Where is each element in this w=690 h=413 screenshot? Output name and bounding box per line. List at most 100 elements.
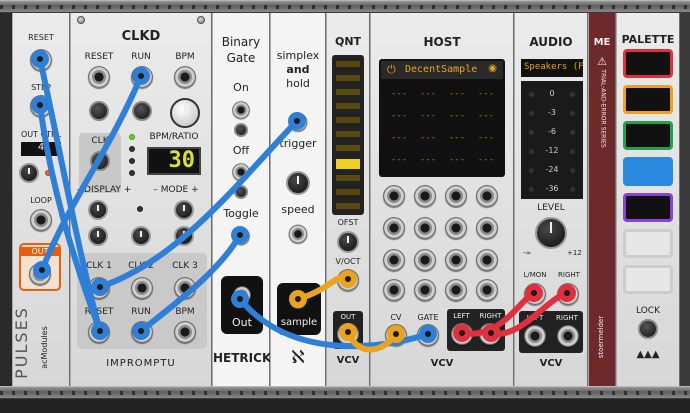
- qnt-key[interactable]: [336, 75, 360, 81]
- qnt-key[interactable]: [336, 175, 360, 181]
- audio-right-jack[interactable]: [557, 325, 579, 347]
- clkd-ratio1-knob[interactable]: [88, 226, 108, 246]
- host-right-jack[interactable]: [479, 323, 501, 345]
- palette-swatch-empty[interactable]: [623, 229, 673, 258]
- pulses-loop-jack[interactable]: [30, 209, 52, 231]
- palette-swatch-purple[interactable]: [623, 193, 673, 222]
- snh-speed-knob[interactable]: [286, 171, 310, 195]
- pulses-step-jack[interactable]: [30, 95, 52, 117]
- host-param-cell[interactable]: ---: [387, 155, 411, 169]
- host-in-jack[interactable]: [383, 185, 405, 207]
- host-param-cell[interactable]: ---: [445, 155, 469, 169]
- clkd-ratio3-knob[interactable]: [174, 226, 194, 246]
- host-in-jack[interactable]: [445, 217, 467, 239]
- snh-speed-jack[interactable]: [288, 224, 308, 244]
- host-param-cell[interactable]: ---: [474, 111, 498, 125]
- host-in-jack[interactable]: [414, 185, 436, 207]
- pulses-reset-jack[interactable]: [30, 49, 52, 71]
- qnt-ofst-knob[interactable]: [337, 231, 359, 253]
- palette-swatch-blue[interactable]: [623, 157, 673, 186]
- audio-level-knob[interactable]: [535, 217, 567, 249]
- qnt-key[interactable]: [336, 103, 360, 109]
- host-in-jack[interactable]: [445, 279, 467, 301]
- power-icon[interactable]: ⏻: [387, 63, 396, 77]
- bg-toggle-jack[interactable]: [232, 227, 250, 245]
- host-cv-jack[interactable]: [385, 324, 407, 346]
- host-in-jack[interactable]: [383, 249, 405, 271]
- bg-on-button[interactable]: [234, 123, 248, 137]
- clkd-clk-button[interactable]: [90, 151, 110, 171]
- host-param-cell[interactable]: ---: [474, 155, 498, 169]
- host-param-cell[interactable]: ---: [387, 133, 411, 147]
- qnt-key[interactable]: [336, 131, 360, 137]
- host-in-jack[interactable]: [383, 279, 405, 301]
- host-param-cell[interactable]: ---: [474, 89, 498, 103]
- clkd-run-jack[interactable]: [131, 66, 153, 88]
- host-param-cell[interactable]: ---: [445, 133, 469, 147]
- qnt-key-active[interactable]: [336, 159, 360, 169]
- audio-lmon-jack[interactable]: [524, 283, 546, 305]
- clkd-display-knob[interactable]: [88, 200, 108, 220]
- host-param-cell[interactable]: ---: [416, 111, 440, 125]
- bg-on-jack[interactable]: [232, 101, 250, 119]
- eye-icon[interactable]: ◉: [488, 63, 497, 74]
- host-in-jack[interactable]: [445, 249, 467, 271]
- host-gate-jack[interactable]: [417, 324, 439, 346]
- host-in-jack[interactable]: [414, 217, 436, 239]
- clkd-master-knob[interactable]: [170, 98, 200, 128]
- host-in-jack[interactable]: [383, 217, 405, 239]
- qnt-key[interactable]: [336, 203, 360, 209]
- host-param-cell[interactable]: ---: [474, 133, 498, 147]
- clkd-bpm-jack[interactable]: [174, 66, 196, 88]
- host-in-jack[interactable]: [476, 249, 498, 271]
- clkd-reset-out-jack[interactable]: [88, 321, 110, 343]
- palette-swatch-empty[interactable]: [623, 265, 673, 294]
- palette-swatch-green[interactable]: [623, 121, 673, 150]
- clkd-clk3-jack[interactable]: [174, 277, 196, 299]
- host-param-cell[interactable]: ---: [387, 89, 411, 103]
- palette-swatch-orange[interactable]: [623, 85, 673, 114]
- audio-device-select[interactable]: Speakers (Fi: [521, 59, 583, 77]
- snh-trigger-jack[interactable]: [288, 112, 308, 132]
- host-param-cell[interactable]: ---: [416, 155, 440, 169]
- qnt-keyboard[interactable]: [332, 55, 364, 215]
- host-plugin-bar[interactable]: ⏻ DecentSample ◉: [381, 61, 503, 79]
- bg-off-button[interactable]: [234, 185, 248, 199]
- host-param-cell[interactable]: ---: [416, 89, 440, 103]
- host-param-cell[interactable]: ---: [445, 89, 469, 103]
- host-in-jack[interactable]: [414, 279, 436, 301]
- clkd-run-button[interactable]: [132, 101, 152, 121]
- host-in-jack[interactable]: [445, 185, 467, 207]
- clkd-ratio2-knob[interactable]: [131, 226, 151, 246]
- host-param-cell[interactable]: ---: [445, 111, 469, 125]
- host-param-cell[interactable]: ---: [416, 133, 440, 147]
- host-in-jack[interactable]: [414, 249, 436, 271]
- palette-lock-button[interactable]: [638, 319, 658, 339]
- clkd-clk1-jack[interactable]: [88, 277, 110, 299]
- qnt-key[interactable]: [336, 61, 360, 67]
- audio-right-in-jack[interactable]: [557, 283, 579, 305]
- bg-out-jack[interactable]: [233, 286, 251, 304]
- host-in-jack[interactable]: [476, 217, 498, 239]
- host-param-cell[interactable]: ---: [387, 111, 411, 125]
- pulses-knob-left[interactable]: [19, 163, 39, 183]
- clkd-mode-knob[interactable]: [174, 200, 194, 220]
- snh-sample-jack[interactable]: [289, 291, 307, 309]
- host-in-jack[interactable]: [476, 185, 498, 207]
- qnt-key[interactable]: [336, 89, 360, 95]
- host-left-jack[interactable]: [451, 323, 473, 345]
- clkd-bpm-out-jack[interactable]: [174, 321, 196, 343]
- host-in-jack[interactable]: [476, 279, 498, 301]
- bg-off-jack[interactable]: [232, 163, 250, 181]
- clkd-reset-button[interactable]: [89, 101, 109, 121]
- qnt-key[interactable]: [336, 189, 360, 195]
- qnt-key[interactable]: [336, 145, 360, 151]
- host-screen[interactable]: ⏻ DecentSample ◉ --- --- --- --- --- --- --- --…: [379, 59, 505, 177]
- palette-swatch-red[interactable]: [623, 49, 673, 78]
- qnt-out-jack[interactable]: [337, 323, 359, 345]
- clkd-reset-jack[interactable]: [88, 66, 110, 88]
- qnt-key[interactable]: [336, 117, 360, 123]
- pulses-out-jack[interactable]: [29, 263, 51, 285]
- qnt-voct-jack[interactable]: [337, 269, 359, 291]
- clkd-clk2-jack[interactable]: [131, 277, 153, 299]
